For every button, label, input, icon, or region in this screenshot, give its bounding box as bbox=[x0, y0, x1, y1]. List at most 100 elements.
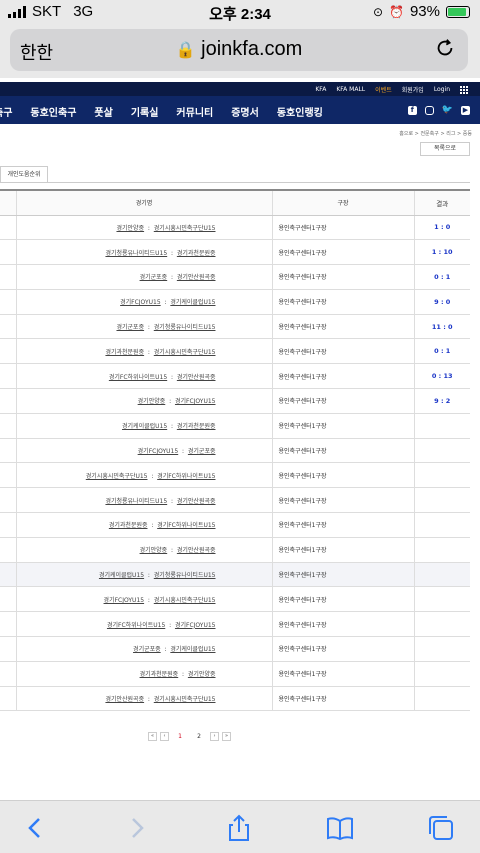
away-team-link[interactable]: 경기청룡유나이티드U15 bbox=[154, 572, 216, 579]
table-row[interactable]: 경기청룡유나이티드U15 : 경기안산원곡중 용인축구센터1구장 bbox=[0, 487, 470, 514]
home-team-link[interactable]: 경기안양중 bbox=[138, 398, 166, 405]
forward-icon[interactable] bbox=[122, 813, 152, 843]
table-row[interactable]: 경기케이클럽U15 : 경기과천문원중 용인축구센터1구장 bbox=[0, 413, 470, 439]
table-row[interactable]: 경기군포중 : 경기케이클럽U15 용인축구센터1구장 bbox=[0, 636, 470, 662]
result-cell[interactable]: 0 : 13 bbox=[413, 363, 470, 390]
result-cell[interactable]: 1 : 0 bbox=[413, 215, 470, 241]
tab-personal-assist-ranking[interactable]: 개인도움순위 bbox=[0, 166, 48, 182]
result-cell[interactable] bbox=[413, 413, 470, 439]
home-team-link[interactable]: 경기FC하위나이트U15 bbox=[107, 622, 165, 629]
nav-item-football[interactable]: 축구 bbox=[0, 104, 12, 119]
home-team-link[interactable]: 경기과천문원중 bbox=[105, 349, 144, 356]
home-team-link[interactable]: 경기FC하위나이트U15 bbox=[109, 374, 167, 381]
away-team-link[interactable]: 경기FC하위나이트U15 bbox=[157, 522, 215, 529]
grid-icon[interactable] bbox=[460, 85, 468, 94]
table-row[interactable]: 경기안양중 : 경기안산원곡중 용인축구센터1구장 bbox=[0, 537, 470, 563]
home-team-link[interactable]: 경기FCJOYU15 bbox=[104, 597, 145, 604]
home-team-link[interactable]: 경기과천문원중 bbox=[109, 522, 148, 529]
table-row[interactable]: 경기FCJOYU15 : 경기시흥시민축구단U15 용인축구센터1구장 bbox=[0, 586, 470, 613]
result-cell[interactable]: 9 : 0 bbox=[413, 289, 470, 315]
tabs-icon[interactable] bbox=[426, 813, 456, 843]
table-row[interactable]: 경기안산원곡중 : 경기시흥시민축구단U15 용인축구센터1구장 bbox=[0, 686, 470, 712]
result-cell[interactable] bbox=[413, 661, 470, 687]
nav-item-certificate[interactable]: 증명서 bbox=[231, 104, 259, 119]
home-team-link[interactable]: 경기군포중 bbox=[116, 324, 144, 331]
result-cell[interactable]: 0 : 1 bbox=[413, 264, 470, 290]
nav-item-ranking[interactable]: 동호인랭킹 bbox=[277, 104, 323, 119]
table-row[interactable]: 경기군포중 : 경기안산원곡중 용인축구센터1구장 0 : 1 bbox=[0, 264, 470, 290]
link-event[interactable]: 이벤트 bbox=[375, 85, 392, 94]
home-team-link[interactable]: 경기FCJOYU15 bbox=[120, 299, 161, 306]
away-team-link[interactable]: 경기안산원곡중 bbox=[177, 498, 216, 505]
home-team-link[interactable]: 경기청룡유나이티드U15 bbox=[105, 498, 167, 505]
table-row[interactable]: 경기FCJOYU15 : 경기군포중 용인축구센터1구장 bbox=[0, 438, 470, 464]
nav-item-community[interactable]: 커뮤니티 bbox=[176, 104, 213, 119]
result-cell[interactable] bbox=[413, 462, 470, 489]
away-team-link[interactable]: 경기군포중 bbox=[188, 448, 216, 455]
table-row[interactable]: 경기과천문원중 : 경기안양중 용인축구센터1구장 bbox=[0, 661, 470, 687]
away-team-link[interactable]: 경기FCJOYU15 bbox=[175, 622, 216, 629]
nav-item-futsal[interactable]: 풋살 bbox=[94, 104, 112, 119]
away-team-link[interactable]: 경기시흥시민축구단U15 bbox=[154, 225, 216, 232]
away-team-link[interactable]: 경기과천문원중 bbox=[177, 423, 216, 430]
next-page-button[interactable]: › bbox=[210, 732, 219, 741]
away-team-link[interactable]: 경기시흥시민축구단U15 bbox=[154, 696, 216, 703]
home-team-link[interactable]: 경기청룡유나이티드U15 bbox=[105, 250, 167, 257]
result-cell[interactable] bbox=[413, 586, 470, 613]
home-team-link[interactable]: 경기안산원곡중 bbox=[105, 696, 144, 703]
result-cell[interactable] bbox=[413, 562, 470, 588]
away-team-link[interactable]: 경기케이클럽U15 bbox=[170, 299, 215, 306]
home-team-link[interactable]: 경기케이클럽U15 bbox=[99, 572, 144, 579]
away-team-link[interactable]: 경기케이클럽U15 bbox=[170, 646, 215, 653]
result-cell[interactable] bbox=[413, 512, 470, 538]
away-team-link[interactable]: 경기청룡유나이티드U15 bbox=[154, 324, 216, 331]
result-cell[interactable]: 11 : 0 bbox=[413, 314, 470, 340]
result-cell[interactable]: 0 : 1 bbox=[413, 338, 470, 365]
bookmarks-icon[interactable] bbox=[325, 813, 355, 843]
table-row[interactable]: 경기시흥시민축구단U15 : 경기FC하위나이트U15 용인축구센터1구장 bbox=[0, 462, 470, 489]
result-cell[interactable]: 9 : 2 bbox=[413, 388, 470, 414]
table-row[interactable]: 경기과천문원중 : 경기시흥시민축구단U15 용인축구센터1구장 0 : 1 bbox=[0, 338, 470, 365]
address-bar[interactable]: 한한 🔒 joinkfa.com bbox=[10, 29, 468, 71]
away-team-link[interactable]: 경기과천문원중 bbox=[177, 250, 216, 257]
reload-icon[interactable] bbox=[434, 37, 456, 59]
away-team-link[interactable]: 경기시흥시민축구단U15 bbox=[154, 349, 216, 356]
result-cell[interactable] bbox=[413, 487, 470, 514]
table-row[interactable]: 경기군포중 : 경기청룡유나이티드U15 용인축구센터1구장 11 : 0 bbox=[0, 314, 470, 340]
home-team-link[interactable]: 경기안양중 bbox=[140, 547, 168, 554]
away-team-link[interactable]: 경기안산원곡중 bbox=[177, 374, 216, 381]
prev-page-button[interactable]: ‹ bbox=[160, 732, 169, 741]
home-team-link[interactable]: 경기과천문원중 bbox=[140, 671, 179, 678]
result-cell[interactable] bbox=[413, 686, 470, 712]
link-kfa-mall[interactable]: KFA MALL bbox=[336, 86, 365, 93]
away-team-link[interactable]: 경기FCJOYU15 bbox=[175, 398, 216, 405]
home-team-link[interactable]: 경기시흥시민축구단U15 bbox=[86, 473, 148, 480]
away-team-link[interactable]: 경기시흥시민축구단U15 bbox=[154, 597, 216, 604]
table-row[interactable]: 경기안양중 : 경기시흥시민축구단U15 용인축구센터1구장 1 : 0 bbox=[0, 215, 470, 241]
link-login[interactable]: Login bbox=[434, 86, 450, 93]
home-team-link[interactable]: 경기케이클럽U15 bbox=[122, 423, 167, 430]
link-signup[interactable]: 회원가입 bbox=[402, 85, 424, 94]
table-row[interactable]: 경기안양중 : 경기FCJOYU15 용인축구센터1구장 9 : 2 bbox=[0, 388, 470, 414]
result-cell[interactable]: 1 : 10 bbox=[413, 239, 470, 266]
youtube-icon[interactable]: ▶ bbox=[461, 105, 470, 115]
link-kfa[interactable]: KFA bbox=[315, 86, 326, 93]
home-team-link[interactable]: 경기군포중 bbox=[140, 274, 168, 281]
table-row[interactable]: 경기FC하위나이트U15 : 경기FCJOYU15 용인축구센터1구장 bbox=[0, 611, 470, 638]
home-team-link[interactable]: 경기군포중 bbox=[133, 646, 161, 653]
away-team-link[interactable]: 경기안양중 bbox=[188, 671, 216, 678]
result-cell[interactable] bbox=[413, 438, 470, 464]
nav-item-records[interactable]: 기록실 bbox=[131, 104, 159, 119]
twitter-icon[interactable]: 🐦 bbox=[442, 105, 453, 115]
table-row[interactable]: 경기케이클럽U15 : 경기청룡유나이티드U15 용인축구센터1구장 bbox=[0, 562, 470, 588]
table-row[interactable]: 경기FC하위나이트U15 : 경기안산원곡중 용인축구센터1구장 0 : 13 bbox=[0, 363, 470, 390]
result-cell[interactable] bbox=[413, 611, 470, 638]
facebook-icon[interactable]: f bbox=[407, 105, 417, 115]
result-cell[interactable] bbox=[413, 537, 470, 563]
away-team-link[interactable]: 경기FC하위나이트U15 bbox=[157, 473, 215, 480]
home-team-link[interactable]: 경기안양중 bbox=[116, 225, 144, 232]
first-page-button[interactable]: « bbox=[148, 732, 157, 741]
away-team-link[interactable]: 경기안산원곡중 bbox=[177, 274, 216, 281]
share-icon[interactable] bbox=[224, 813, 254, 843]
page-1[interactable]: 1 bbox=[172, 733, 188, 740]
